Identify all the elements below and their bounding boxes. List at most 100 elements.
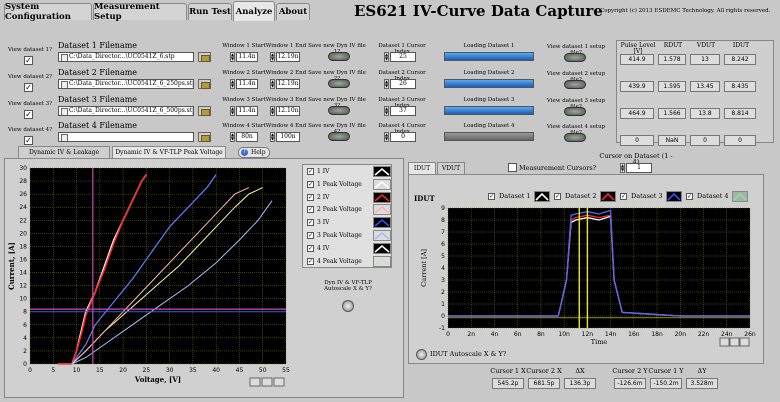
- view-dataset-4-checkbox[interactable]: ✓: [24, 136, 33, 145]
- tab-vdut[interactable]: VDUT: [437, 162, 465, 174]
- view-dataset-4-setup-button[interactable]: [564, 133, 586, 142]
- window-3-start-spinner[interactable]: ▲ ▼: [230, 106, 235, 116]
- idut-autoscale-button[interactable]: [416, 349, 427, 360]
- idut-y-axis-label: Current [A]: [420, 249, 428, 287]
- window-1-end-spinner[interactable]: ▲ ▼: [270, 52, 275, 62]
- app-title: ES621 IV-Curve Data Capture: [354, 2, 603, 20]
- window-4-end-spinner[interactable]: ▲ ▼: [270, 132, 275, 142]
- iv-legend-checkbox[interactable]: ✓: [307, 206, 314, 214]
- cursor-on-spinner[interactable]: ▲ ▼: [620, 163, 625, 173]
- dataset-3-cursor-index-input[interactable]: 37: [390, 106, 416, 116]
- iv-x-tick-label: 45: [236, 367, 244, 374]
- idut-legend-checkbox[interactable]: ✓: [620, 193, 627, 200]
- view-dataset-1-label: View dataset 1?: [8, 47, 53, 53]
- iv-legend-item[interactable]: ✓ 1 IV: [307, 166, 393, 178]
- iv-legend-checkbox[interactable]: ✓: [307, 244, 314, 252]
- iv-legend-checkbox[interactable]: ✓: [307, 232, 314, 239]
- pulse-table-cell: 8.242: [724, 54, 756, 65]
- tab-analyze[interactable]: Analyze: [233, 1, 275, 21]
- iv-legend-swatch: [373, 191, 391, 203]
- dataset-4-filename-input[interactable]: [58, 132, 194, 142]
- iv-legend-checkbox[interactable]: ✓: [307, 193, 314, 201]
- cursor-on-value[interactable]: 1: [626, 163, 652, 173]
- tab-idut[interactable]: IDUT: [408, 162, 436, 174]
- idut-legend-checkbox[interactable]: ✓: [488, 193, 495, 200]
- view-dataset-1-checkbox[interactable]: ✓: [24, 56, 33, 65]
- iv-legend-item[interactable]: ✓ 3 IV: [307, 217, 393, 229]
- window-4-start-spinner[interactable]: ▲ ▼: [230, 132, 235, 142]
- view-dataset-2-setup-button[interactable]: [564, 80, 586, 89]
- dataset-3-cursor-index-spinner[interactable]: ▲ ▼: [384, 106, 389, 116]
- iv-legend-label: 4 IV: [317, 244, 330, 252]
- cursor-readout-value: 136.3p: [564, 378, 596, 389]
- iv-autoscale-button[interactable]: [342, 300, 354, 312]
- dataset-2-browse-button[interactable]: [198, 79, 211, 89]
- view-dataset-2-checkbox[interactable]: ✓: [24, 83, 33, 92]
- loading-dataset-2-progress-bar: [444, 79, 534, 88]
- dataset-3-browse-button[interactable]: [198, 106, 211, 116]
- window-4-end-input[interactable]: 100n: [276, 132, 300, 142]
- window-2-start-input[interactable]: 11.4n: [236, 79, 258, 89]
- window-2-end-spinner[interactable]: ▲ ▼: [270, 79, 275, 89]
- view-dataset-3-setup-button[interactable]: [564, 107, 586, 116]
- save-dyn-iv-4-button[interactable]: [328, 132, 350, 141]
- pulse-table-cell: 439.9: [620, 81, 654, 92]
- idut-legend-checkbox[interactable]: ✓: [686, 193, 693, 200]
- iv-legend-item[interactable]: ✓ 4 Peak Voltage: [307, 255, 393, 268]
- tab-dynamic-iv-vftlp[interactable]: Dynamic IV & VF-TLP Peak Voltage: [112, 146, 226, 158]
- dataset-4-cursor-index-spinner[interactable]: ▲ ▼: [384, 132, 389, 142]
- iv-y-tick-label: 26: [19, 191, 27, 198]
- dataset-4-browse-button[interactable]: [198, 132, 211, 142]
- iv-legend-checkbox[interactable]: ✓: [307, 219, 314, 227]
- iv-legend-item[interactable]: ✓ 3 Peak Voltage: [307, 230, 393, 242]
- window-2-start-spinner[interactable]: ▲ ▼: [230, 79, 235, 89]
- iv-legend-item[interactable]: ✓ 2 Peak Voltage: [307, 204, 393, 216]
- iv-y-tick-label: 8: [23, 309, 27, 316]
- dataset-2-filename-input[interactable]: C:\Data_Director...\UC0541Z_6_250ps.stp: [58, 79, 194, 89]
- window-3-start-input[interactable]: 11.4n: [236, 106, 258, 116]
- dataset-4-cursor-index-input[interactable]: 0: [390, 132, 416, 142]
- iv-legend-checkbox[interactable]: ✓: [307, 257, 314, 265]
- dataset-2-cursor-index-spinner[interactable]: ▲ ▼: [384, 79, 389, 89]
- save-dyn-iv-2-button[interactable]: [328, 79, 350, 88]
- window-4-start-input[interactable]: 80n: [236, 132, 258, 142]
- iv-legend-label: 1 IV: [317, 168, 330, 175]
- window-1-end-input[interactable]: 12.19n: [276, 52, 300, 62]
- tab-dynamic-iv-leakage[interactable]: Dynamic IV & Leakage Current: [18, 146, 110, 167]
- dataset-1-browse-button[interactable]: [198, 52, 211, 62]
- iv-y-tick-label: 14: [19, 270, 27, 277]
- window-2-end-input[interactable]: 12.19n: [276, 79, 300, 89]
- iv-legend-item[interactable]: ✓ 1 Peak Voltage: [307, 178, 393, 191]
- idut-chart: 0 2n 4n 6n 8n 10n 12n 14n 16n 18n 20n 22n 24n 26n-101…: [420, 205, 756, 347]
- window-1-start-input[interactable]: 11.4n: [236, 52, 258, 62]
- tab-system-configuration[interactable]: System Configuration: [4, 2, 92, 22]
- dataset-2-cursor-index-input[interactable]: 26: [390, 79, 416, 89]
- window-3-end-input[interactable]: 12.10n: [276, 106, 300, 116]
- dataset-1-cursor-index-input[interactable]: 25: [390, 52, 416, 62]
- iv-legend-checkbox[interactable]: ✓: [307, 168, 314, 175]
- idut-legend-swatch: [600, 191, 616, 202]
- window-4-start-label: Window 4 Start: [222, 123, 266, 129]
- idut-x-tick-label: 10n: [558, 331, 570, 338]
- iv-legend-checkbox[interactable]: ✓: [307, 180, 314, 188]
- dataset-3-filename-input[interactable]: C:\Data_Director...\UC0541Z_6_500ps.stp: [58, 106, 194, 116]
- window-1-start-spinner[interactable]: ▲ ▼: [230, 52, 235, 62]
- save-dyn-iv-3-button[interactable]: [328, 106, 350, 115]
- help-button[interactable]: ? Help: [238, 147, 270, 158]
- tab-about[interactable]: About: [276, 3, 310, 20]
- window-3-end-spinner[interactable]: ▲ ▼: [270, 106, 275, 116]
- measurement-cursors-checkbox[interactable]: [508, 163, 517, 172]
- iv-legend-item[interactable]: ✓ 2 IV: [307, 191, 393, 204]
- tab-measurement-setup[interactable]: Measurement Setup: [93, 2, 187, 22]
- idut-x-tick-label: 22n: [698, 331, 710, 338]
- view-dataset-1-setup-button[interactable]: [564, 53, 586, 62]
- save-dyn-iv-1-button[interactable]: [328, 52, 350, 61]
- iv-legend-item[interactable]: ✓ 4 IV: [307, 242, 393, 255]
- idut-legend-label: Dataset 1: [499, 192, 531, 200]
- tab-run-test[interactable]: Run Test: [188, 3, 232, 20]
- idut-legend-checkbox[interactable]: ✓: [554, 193, 561, 200]
- dataset-1-cursor-index-spinner[interactable]: ▲ ▼: [384, 52, 389, 62]
- dataset-4-filename-label: Dataset 4 Filename: [58, 121, 138, 130]
- dataset-1-filename-input[interactable]: C:\Data_Director...\UC0541Z_6.stp: [58, 52, 194, 62]
- view-dataset-3-checkbox[interactable]: ✓: [24, 110, 33, 119]
